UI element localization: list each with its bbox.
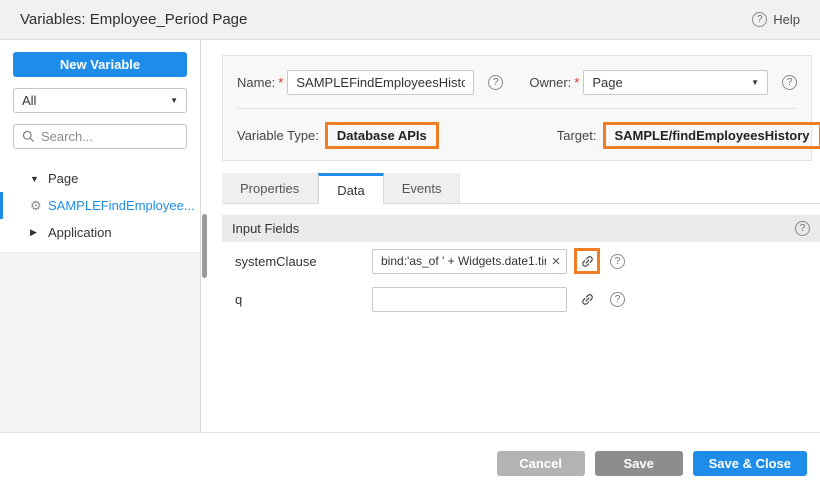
tab-events[interactable]: Events — [384, 173, 461, 203]
tree-node-application[interactable]: ▶ Application — [0, 219, 200, 246]
q-help-icon[interactable]: ? — [610, 292, 625, 307]
target-value: SAMPLE/findEmployeesHistory — [603, 122, 820, 149]
input-fields-title: Input Fields — [232, 221, 299, 236]
name-label: Name: — [237, 75, 275, 90]
name-owner-row: Name: * ? Owner: * Page ▼ ? — [223, 56, 811, 108]
search-icon — [22, 130, 35, 143]
q-input[interactable] — [372, 287, 567, 312]
save-and-close-button[interactable]: Save & Close — [693, 451, 807, 476]
app-header: Variables: Employee_Period Page ? Help — [0, 0, 820, 40]
variable-summary-panel: Name: * ? Owner: * Page ▼ ? Variable Typ… — [222, 55, 812, 161]
tree-collapsed-icon[interactable]: ▶ — [30, 227, 48, 238]
variable-type-label: Variable Type: — [237, 128, 319, 143]
type-target-row: Variable Type: Database APIs Target: SAM… — [223, 109, 811, 161]
owner-help-icon[interactable]: ? — [782, 75, 797, 90]
variable-type-icon: ⚙ — [30, 198, 48, 214]
systemclause-bind-button[interactable] — [574, 248, 600, 274]
input-field-row-q: q ? — [222, 280, 820, 318]
owner-label: Owner: — [529, 75, 571, 90]
required-asterisk: * — [574, 75, 579, 90]
link-icon — [576, 250, 597, 271]
tree-node-page[interactable]: ▼ Page — [0, 165, 200, 192]
variables-sidebar: New Variable All ▼ ▼ Page ⚙ SAMPLEFindEm… — [0, 40, 201, 432]
footer-bar: Cancel Save Save & Close — [0, 432, 820, 489]
name-input[interactable] — [287, 70, 474, 95]
systemclause-help-icon[interactable]: ? — [610, 254, 625, 269]
owner-value: Page — [592, 75, 622, 90]
save-button[interactable]: Save — [595, 451, 683, 476]
q-bind-button[interactable] — [574, 286, 600, 312]
help-link[interactable]: ? Help — [752, 12, 800, 27]
systemclause-input-wrap: × — [372, 249, 567, 274]
input-fields-header: Input Fields ? — [222, 215, 820, 242]
required-asterisk: * — [278, 75, 283, 90]
variable-filter-value: All — [22, 93, 36, 108]
systemclause-label: systemClause — [235, 254, 372, 269]
variable-detail-pane: Name: * ? Owner: * Page ▼ ? Variable Typ… — [208, 40, 820, 432]
help-label: Help — [773, 12, 800, 27]
clear-icon[interactable]: × — [547, 249, 565, 274]
vertical-scrollbar-thumb[interactable] — [202, 214, 207, 278]
tab-properties[interactable]: Properties — [222, 173, 318, 203]
variable-type-value: Database APIs — [325, 122, 439, 149]
search-input[interactable] — [41, 129, 178, 144]
tree-node-application-label: Application — [48, 225, 112, 240]
help-icon: ? — [752, 12, 767, 27]
cancel-button[interactable]: Cancel — [497, 451, 585, 476]
q-label: q — [235, 292, 372, 307]
new-variable-button[interactable]: New Variable — [13, 52, 187, 77]
link-icon — [576, 288, 597, 309]
footer-buttons: Cancel Save Save & Close — [497, 451, 807, 476]
q-input-wrap — [372, 287, 567, 312]
target-label: Target: — [557, 128, 597, 143]
sidebar-controls: New Variable All ▼ — [0, 40, 200, 159]
tree-node-variable-label: SAMPLEFindEmployee... — [48, 198, 195, 213]
variable-search-box — [13, 124, 187, 149]
name-help-icon[interactable]: ? — [488, 75, 503, 90]
page-title: Variables: Employee_Period Page — [20, 11, 247, 28]
tab-data[interactable]: Data — [318, 173, 383, 204]
chevron-down-icon: ▼ — [170, 96, 178, 105]
detail-tabs: Properties Data Events — [222, 173, 820, 204]
chevron-down-icon: ▼ — [751, 78, 759, 87]
input-fields-section: Input Fields ? systemClause × ? q — [222, 215, 820, 318]
tree-node-selected-variable[interactable]: ⚙ SAMPLEFindEmployee... — [0, 192, 200, 219]
tree-node-page-label: Page — [48, 171, 78, 186]
input-field-row-systemclause: systemClause × ? — [222, 242, 820, 280]
owner-dropdown[interactable]: Page ▼ — [583, 70, 768, 95]
systemclause-input[interactable] — [372, 249, 567, 274]
input-fields-help-icon[interactable]: ? — [795, 221, 810, 236]
tree-expanded-icon[interactable]: ▼ — [30, 174, 48, 184]
variable-filter-dropdown[interactable]: All ▼ — [13, 88, 187, 113]
variables-tree: ▼ Page ⚙ SAMPLEFindEmployee... ▶ Applica… — [0, 159, 200, 253]
